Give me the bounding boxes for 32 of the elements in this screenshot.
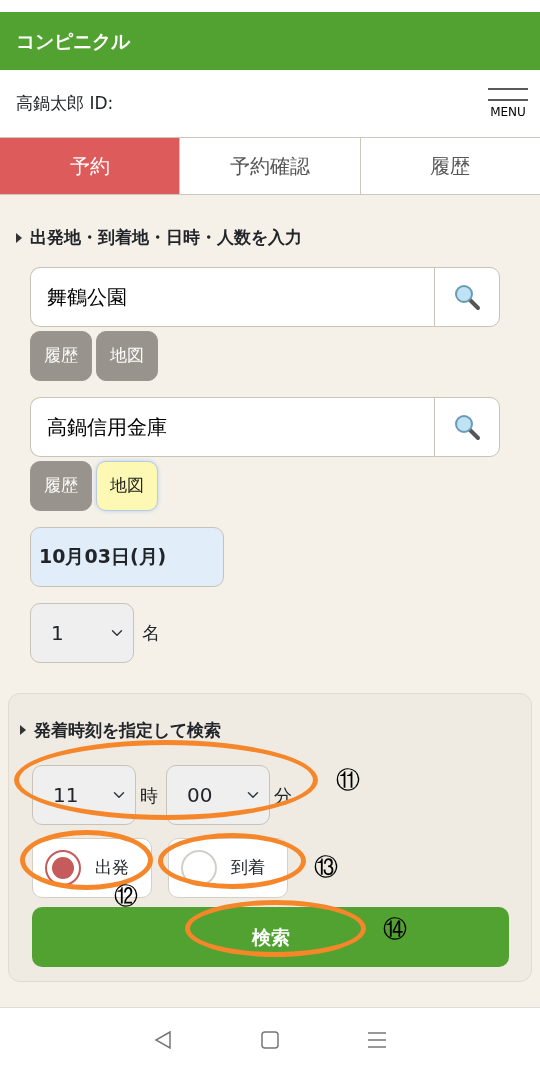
unit-label: 名 — [142, 621, 160, 645]
tab[interactable]: 予約確認 — [179, 138, 360, 194]
minute-select[interactable]: 00 — [166, 765, 270, 825]
annotation-number: ⑭ — [383, 917, 407, 941]
user-name: 高鍋太郎 ID: — [16, 91, 114, 115]
tab[interactable]: 予約 — [0, 138, 180, 194]
back-icon[interactable] — [153, 1030, 174, 1050]
section-heading: 出発地・到着地・日時・人数を入力 — [30, 226, 302, 249]
menu-icon — [488, 86, 528, 103]
search-icon — [453, 412, 481, 441]
place-field[interactable]: 舞鶴公園 — [30, 266, 434, 327]
radio-button[interactable] — [45, 850, 81, 886]
place-option-button[interactable]: 地図 — [96, 460, 158, 511]
unit-label: 時 — [140, 783, 158, 808]
section-heading: 発着時刻を指定して検索 — [34, 718, 221, 742]
search-icon — [453, 282, 481, 311]
triangle-icon — [20, 725, 26, 736]
search-button[interactable] — [434, 396, 500, 457]
app-title: コンピニクル — [16, 28, 130, 54]
home-icon[interactable] — [260, 1030, 280, 1050]
search-button[interactable] — [434, 266, 500, 327]
place-field[interactable]: 高鍋信用金庫 — [30, 396, 434, 457]
hour-select[interactable]: 11 — [32, 765, 136, 825]
menu-button[interactable]: MENU — [488, 86, 528, 121]
people-select[interactable]: 1 — [30, 602, 134, 663]
tab[interactable]: 履歴 — [359, 138, 540, 194]
triangle-icon — [16, 232, 22, 243]
annotation-number: ⑬ — [314, 855, 338, 879]
annotation-number: ⑪ — [336, 768, 360, 792]
date-field[interactable]: 10月03日(月) — [30, 526, 224, 587]
radio-option[interactable]: 到着 — [168, 838, 288, 898]
menu-icon[interactable] — [366, 1030, 387, 1050]
